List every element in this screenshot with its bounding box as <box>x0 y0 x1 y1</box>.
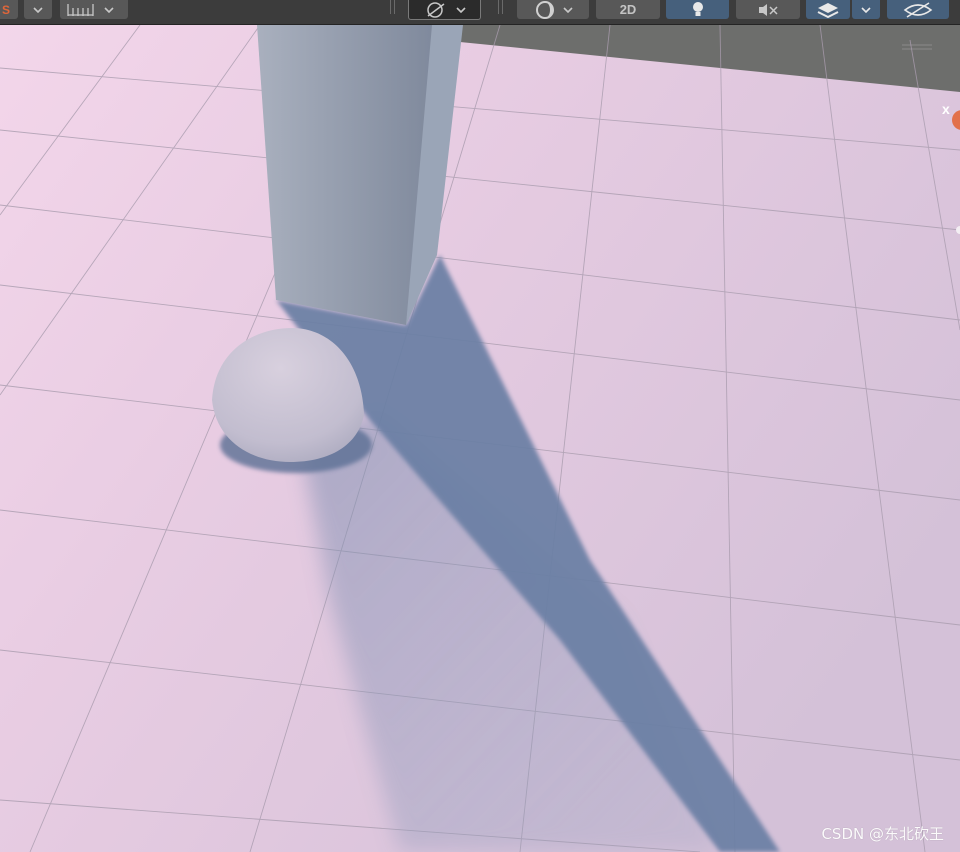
draw-mode-button[interactable] <box>408 0 481 20</box>
chevron-down-icon <box>455 6 466 13</box>
shading-dropdown-button[interactable] <box>24 0 52 19</box>
chevron-down-icon <box>104 6 114 13</box>
box-front-face <box>257 25 435 325</box>
scene-visibility-icon <box>903 1 933 18</box>
audio-toggle-button[interactable] <box>736 0 800 19</box>
toolbar-separator <box>394 0 395 14</box>
grid-snap-icon <box>67 3 94 16</box>
draw-mode-icon <box>426 1 444 18</box>
layers-toggle-button[interactable] <box>806 0 850 19</box>
shading-mode-button[interactable]: S <box>0 0 18 19</box>
chevron-down-icon <box>563 6 573 13</box>
lighting-toggle-button[interactable] <box>666 0 729 19</box>
scene-render <box>0 25 960 852</box>
layers-icon <box>817 2 839 18</box>
scene-toolbar: S 2D <box>0 0 960 25</box>
render-mode-icon <box>536 0 554 19</box>
render-mode-button[interactable] <box>517 0 589 19</box>
scene-visibility-button[interactable] <box>887 0 949 19</box>
toolbar-separator <box>498 0 499 14</box>
lighting-icon <box>692 1 703 16</box>
chevron-down-icon <box>33 6 43 13</box>
toolbar-separator <box>502 0 503 14</box>
watermark-text: CSDN @东北砍王 <box>821 825 944 843</box>
mode-2d-button[interactable]: 2D <box>596 0 660 19</box>
grid-snap-button[interactable] <box>60 0 128 19</box>
toolbar-separator <box>390 0 391 14</box>
shading-icon: S <box>1 2 10 17</box>
gizmo-axis-x-label[interactable]: x <box>942 101 950 117</box>
audio-mute-icon <box>759 3 778 16</box>
layers-dropdown-button[interactable] <box>852 0 880 19</box>
scene-viewport[interactable]: x CSDN @东北砍王 <box>0 25 960 852</box>
mode-2d-label: 2D <box>619 2 637 17</box>
chevron-down-icon <box>861 6 871 13</box>
